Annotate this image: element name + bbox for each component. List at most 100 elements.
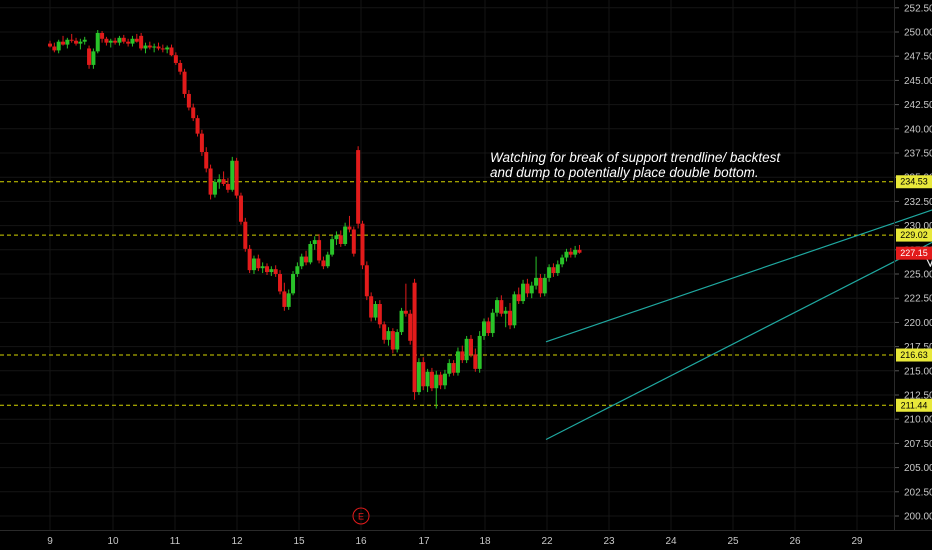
candle-body <box>564 251 569 258</box>
price-tick-label: 247.50 <box>904 52 932 63</box>
candle-body <box>382 324 387 340</box>
candle-body <box>547 267 552 278</box>
candle-body <box>221 179 226 184</box>
price-tick-label: 245.00 <box>904 76 932 87</box>
candle-body <box>251 258 256 271</box>
candle-body <box>104 38 109 43</box>
level-price-tag: 211.44 <box>901 400 928 410</box>
candle-body <box>473 354 478 369</box>
candle-body <box>334 235 339 240</box>
candle-body <box>208 168 213 195</box>
time-tick-label: 11 <box>170 536 181 547</box>
candle-body <box>95 32 100 52</box>
candle-body <box>199 133 204 153</box>
price-tick-label: 205.00 <box>904 463 932 474</box>
candle-body <box>173 55 178 63</box>
price-axis[interactable]: 252.50 250.00 247.50 245.00 242.50 240.00 237.… <box>895 3 932 523</box>
candle-body <box>78 41 83 44</box>
price-tick-label: 232.50 <box>904 197 932 208</box>
candle-body <box>447 363 452 374</box>
candle-body <box>356 150 361 224</box>
candle-body <box>269 269 274 273</box>
candle-body <box>186 93 191 108</box>
candlesticks <box>48 30 582 409</box>
candle-body <box>338 235 343 244</box>
price-tick-label: 210.00 <box>904 415 932 426</box>
candle-body <box>482 321 486 336</box>
price-tick-label: 237.50 <box>904 149 932 160</box>
price-tick-label: 252.50 <box>904 3 932 14</box>
time-tick-label: 15 <box>293 536 305 547</box>
candle-body <box>69 39 74 41</box>
candle-body <box>477 335 482 369</box>
candle-body <box>278 274 283 292</box>
candle-body <box>238 195 243 222</box>
annotation-line-2: and dump to potentially place double bot… <box>490 165 759 180</box>
candle-body <box>243 221 248 249</box>
candle-body <box>434 374 439 389</box>
candle-body <box>143 45 148 49</box>
time-tick-label: 9 <box>47 536 53 547</box>
time-tick-label: 24 <box>665 536 677 547</box>
candle-body <box>152 46 157 48</box>
trendlines <box>545 194 932 441</box>
candle-body <box>147 45 152 48</box>
time-tick-label: 22 <box>541 536 553 547</box>
candle-body <box>399 310 404 333</box>
candle-body <box>139 35 144 49</box>
candle-body <box>529 285 534 294</box>
candle-body <box>512 294 517 326</box>
candle-body <box>82 39 87 42</box>
candle-body <box>134 38 139 42</box>
candle-body <box>442 373 447 386</box>
candle-body <box>61 41 66 45</box>
candle-body <box>568 251 573 255</box>
candle-body <box>282 291 287 307</box>
candle-body <box>65 39 70 45</box>
candle-body <box>377 304 382 325</box>
price-tick-label: 225.00 <box>904 270 932 281</box>
time-tick-label: 18 <box>479 536 491 547</box>
candle-body <box>490 312 495 334</box>
time-axis[interactable]: 9 10 11 12 15 16 17 18 22 23 24 25 26 29 <box>47 536 863 547</box>
candle-body <box>56 41 61 51</box>
candle-body <box>247 248 252 271</box>
candle-body <box>295 266 300 274</box>
level-price-tag: 229.02 <box>900 230 928 240</box>
stock-chart[interactable]: 252.50 250.00 247.50 245.00 242.50 240.00 237.… <box>0 0 932 550</box>
candle-body <box>225 183 230 190</box>
candle-body <box>178 62 183 72</box>
candle-body <box>542 277 547 294</box>
time-tick-label: 12 <box>231 536 243 547</box>
candle-body <box>538 277 543 294</box>
price-tick-label: 220.00 <box>904 318 932 329</box>
candle-body <box>343 226 348 244</box>
trendline-upper[interactable] <box>545 194 932 343</box>
trendline-lower[interactable] <box>545 235 932 441</box>
candle-body <box>364 265 369 297</box>
candle-body <box>169 47 174 56</box>
annotation-line-1: Watching for break of support trendline/… <box>490 150 781 165</box>
candle-body <box>573 249 578 255</box>
price-tick-label: 242.50 <box>904 100 932 111</box>
candle-body <box>555 264 560 274</box>
candle-body <box>204 152 209 169</box>
vertical-grid <box>49 0 858 530</box>
candle-body <box>325 254 330 267</box>
candle-body <box>156 46 161 49</box>
price-tick-label: 222.50 <box>904 294 932 305</box>
candle-body <box>351 229 356 254</box>
time-tick-label: 23 <box>603 536 615 547</box>
candle-body <box>121 37 126 42</box>
candle-body <box>265 266 269 273</box>
last-price-tag: 227.15 <box>900 248 928 258</box>
candle-body <box>217 179 222 183</box>
annotation-text[interactable]: Watching for break of support trendline/… <box>490 150 780 180</box>
candle-body <box>468 338 473 355</box>
candle-body <box>373 304 378 318</box>
candle-body <box>113 40 118 43</box>
candle-body <box>126 41 131 44</box>
candle-body <box>234 160 239 196</box>
candle-body <box>117 37 122 43</box>
candle-body <box>416 362 421 393</box>
